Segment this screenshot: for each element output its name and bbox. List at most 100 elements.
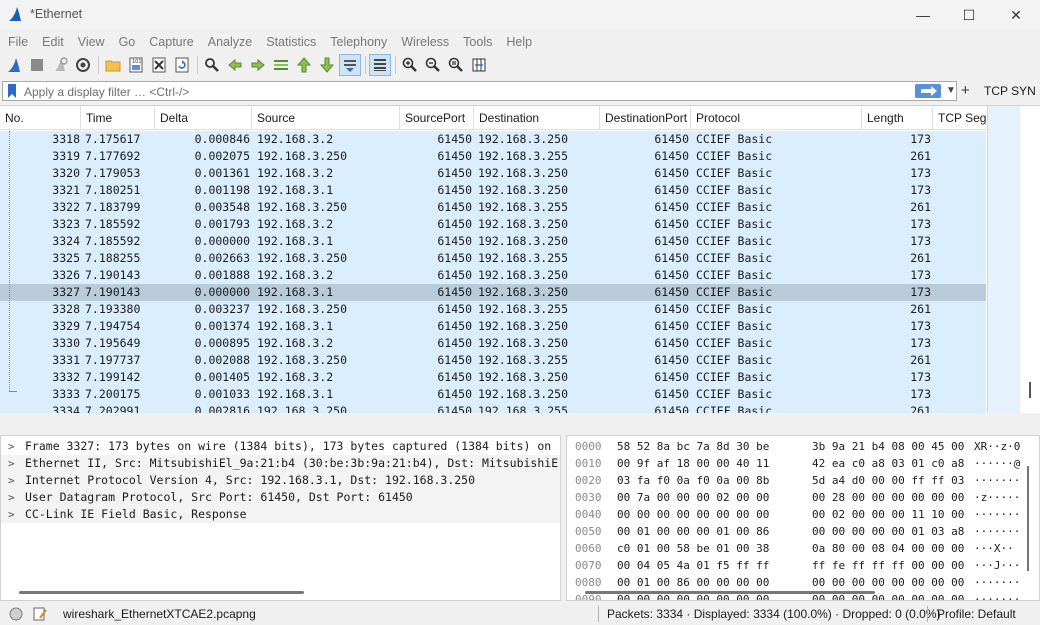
column-header-destination[interactable]: Destination: [474, 106, 600, 130]
menu-go[interactable]: Go: [113, 35, 142, 49]
close-file-button[interactable]: [148, 54, 170, 76]
menu-capture[interactable]: Capture: [143, 35, 199, 49]
detail-tree-item[interactable]: > User Datagram Protocol, Src Port: 61450…: [1, 489, 560, 506]
byte-row[interactable]: 0080 00 01 00 86 00 00 00 00 00 00 00 00 0…: [567, 574, 1039, 591]
find-packet-button[interactable]: [201, 54, 223, 76]
stop-capture-button[interactable]: [26, 54, 48, 76]
packet-row[interactable]: 3334 7.202991 0.002816 192.168.3.250 61450 19…: [0, 403, 986, 413]
start-capture-button[interactable]: [3, 54, 25, 76]
packet-row[interactable]: 3332 7.199142 0.001405 192.168.3.2 61450 192.…: [0, 369, 986, 386]
apply-filter-arrow-icon[interactable]: [915, 84, 941, 98]
capture-comment-icon[interactable]: [32, 606, 48, 622]
chevron-right-icon[interactable]: >: [8, 472, 15, 489]
packet-list-scroll-thumb[interactable]: [1029, 382, 1031, 398]
bytes-vertical-scrollbar[interactable]: [1027, 466, 1029, 571]
detail-tree-item[interactable]: > CC-Link IE Field Basic, Response: [1, 506, 560, 523]
byte-row[interactable]: 0020 03 fa f0 0a f0 0a 00 8b 5d a4 d0 00 0…: [567, 472, 1039, 489]
chevron-down-icon[interactable]: ▼: [946, 85, 956, 96]
menu-wireless[interactable]: Wireless: [395, 35, 455, 49]
zoom-out-button[interactable]: [422, 54, 444, 76]
chevron-right-icon[interactable]: >: [8, 438, 15, 455]
packet-row[interactable]: 3333 7.200175 0.001033 192.168.3.1 61450 192.…: [0, 386, 986, 403]
resize-columns-button[interactable]: [468, 54, 490, 76]
menu-file[interactable]: File: [2, 35, 34, 49]
add-filter-button[interactable]: +: [961, 82, 970, 99]
packet-row[interactable]: 3318 7.175617 0.000846 192.168.3.2 61450 192.…: [0, 131, 986, 148]
chevron-right-icon[interactable]: >: [8, 489, 15, 506]
column-header-protocol[interactable]: Protocol: [691, 106, 862, 130]
go-back-button[interactable]: [224, 54, 246, 76]
byte-row[interactable]: 0060 c0 01 00 58 be 01 00 38 0a 80 00 08 0…: [567, 540, 1039, 557]
packet-row[interactable]: 3321 7.180251 0.001198 192.168.3.1 61450 192.…: [0, 182, 986, 199]
column-header-destinationport[interactable]: DestinationPort: [600, 106, 691, 130]
byte-row[interactable]: 0030 00 7a 00 00 00 02 00 00 00 28 00 00 0…: [567, 489, 1039, 506]
profile-label[interactable]: Profile: Default: [937, 607, 1016, 621]
menu-help[interactable]: Help: [500, 35, 538, 49]
colorize-button[interactable]: [369, 54, 391, 76]
bookmark-icon[interactable]: [7, 84, 17, 98]
pane-splitter[interactable]: [0, 413, 1040, 434]
last-packet-button[interactable]: [316, 54, 338, 76]
save-file-button[interactable]: 101: [125, 54, 147, 76]
menu-edit[interactable]: Edit: [36, 35, 70, 49]
restart-capture-button[interactable]: [49, 54, 71, 76]
detail-tree-item[interactable]: > Internet Protocol Version 4, Src: 192.1…: [1, 472, 560, 489]
packet-row[interactable]: 3327 7.190143 0.000000 192.168.3.1 61450 192.…: [0, 284, 986, 301]
capture-options-button[interactable]: [72, 54, 94, 76]
chevron-right-icon[interactable]: >: [8, 455, 15, 472]
column-header-time[interactable]: Time: [81, 106, 155, 130]
menu-view[interactable]: View: [72, 35, 111, 49]
first-packet-button[interactable]: [293, 54, 315, 76]
close-button[interactable]: ✕: [993, 0, 1039, 30]
packet-row[interactable]: 3326 7.190143 0.001888 192.168.3.2 61450 192.…: [0, 267, 986, 284]
reload-file-button[interactable]: [171, 54, 193, 76]
byte-row[interactable]: 0050 00 01 00 00 00 01 00 86 00 00 00 00 0…: [567, 523, 1039, 540]
bytes-horizontal-scrollbar[interactable]: [585, 591, 875, 594]
packet-row[interactable]: 3329 7.194754 0.001374 192.168.3.1 61450 192.…: [0, 318, 986, 335]
packet-row[interactable]: 3322 7.183799 0.003548 192.168.3.250 61450 19…: [0, 199, 986, 216]
maximize-button[interactable]: ☐: [946, 0, 992, 30]
packet-row[interactable]: 3325 7.188255 0.002663 192.168.3.250 61450 19…: [0, 250, 986, 267]
packet-row[interactable]: 3330 7.195649 0.000895 192.168.3.2 61450 192.…: [0, 335, 986, 352]
column-header-delta[interactable]: Delta: [155, 106, 252, 130]
column-header-no[interactable]: No.: [0, 106, 81, 130]
menu-analyze[interactable]: Analyze: [202, 35, 258, 49]
packet-list[interactable]: No. Time Delta Source SourcePort Destination D…: [0, 105, 1040, 413]
minimize-button[interactable]: —: [900, 0, 946, 30]
go-to-packet-button[interactable]: [270, 54, 292, 76]
packet-minimap[interactable]: [987, 106, 1020, 413]
zoom-normal-button[interactable]: [445, 54, 467, 76]
column-header-sourceport[interactable]: SourcePort: [400, 106, 474, 130]
chevron-right-icon[interactable]: >: [8, 506, 15, 523]
packet-row[interactable]: 3319 7.177692 0.002075 192.168.3.250 61450 19…: [0, 148, 986, 165]
display-filter-input[interactable]: Apply a display filter … <Ctrl-/> ▼: [2, 81, 957, 101]
filter-button-tcp-syn[interactable]: TCP SYN: [984, 84, 1036, 98]
packet-details-pane[interactable]: > CC-Link IE Field Basic, Response > User D…: [0, 435, 561, 601]
byte-row[interactable]: 0010 00 9f af 18 00 00 40 11 42 ea c0 a8 0…: [567, 455, 1039, 472]
packet-cell-sourceport: 61450: [437, 302, 472, 316]
packet-row[interactable]: 3328 7.193380 0.003237 192.168.3.250 61450 19…: [0, 301, 986, 318]
details-horizontal-scrollbar[interactable]: [19, 591, 304, 594]
column-header-length[interactable]: Length: [862, 106, 933, 130]
packet-list-scrollbar[interactable]: [1020, 106, 1040, 413]
open-file-button[interactable]: [102, 54, 124, 76]
column-header-tcp-segm[interactable]: TCP Segm: [933, 106, 988, 130]
column-header-source[interactable]: Source: [252, 106, 400, 130]
byte-row[interactable]: 0000 58 52 8a bc 7a 8d 30 be 3b 9a 21 b4 0…: [567, 438, 1039, 455]
menu-statistics[interactable]: Statistics: [260, 35, 322, 49]
packet-row[interactable]: 3323 7.185592 0.001793 192.168.3.2 61450 192.…: [0, 216, 986, 233]
detail-tree-item[interactable]: > Ethernet II, Src: MitsubishiEl_9a:21:b4…: [1, 455, 560, 472]
menu-telephony[interactable]: Telephony: [324, 35, 393, 49]
menu-tools[interactable]: Tools: [457, 35, 498, 49]
packet-row[interactable]: 3331 7.197737 0.002088 192.168.3.250 61450 19…: [0, 352, 986, 369]
packet-bytes-pane[interactable]: 0090 00 00 00 00 00 00 00 00 00 00 00 00 0…: [566, 435, 1040, 601]
expert-info-icon[interactable]: [9, 607, 23, 621]
byte-row[interactable]: 0070 00 04 05 4a 01 f5 ff ff ff fe ff ff f…: [567, 557, 1039, 574]
packet-row[interactable]: 3320 7.179053 0.001361 192.168.3.2 61450 192.…: [0, 165, 986, 182]
detail-tree-item[interactable]: > Frame 3327: 173 bytes on wire (1384 bit…: [1, 438, 560, 455]
byte-row[interactable]: 0040 00 00 00 00 00 00 00 00 00 02 00 00 0…: [567, 506, 1039, 523]
autoscroll-button[interactable]: [339, 54, 361, 76]
zoom-in-button[interactable]: [399, 54, 421, 76]
go-forward-button[interactable]: [247, 54, 269, 76]
packet-row[interactable]: 3324 7.185592 0.000000 192.168.3.1 61450 192.…: [0, 233, 986, 250]
